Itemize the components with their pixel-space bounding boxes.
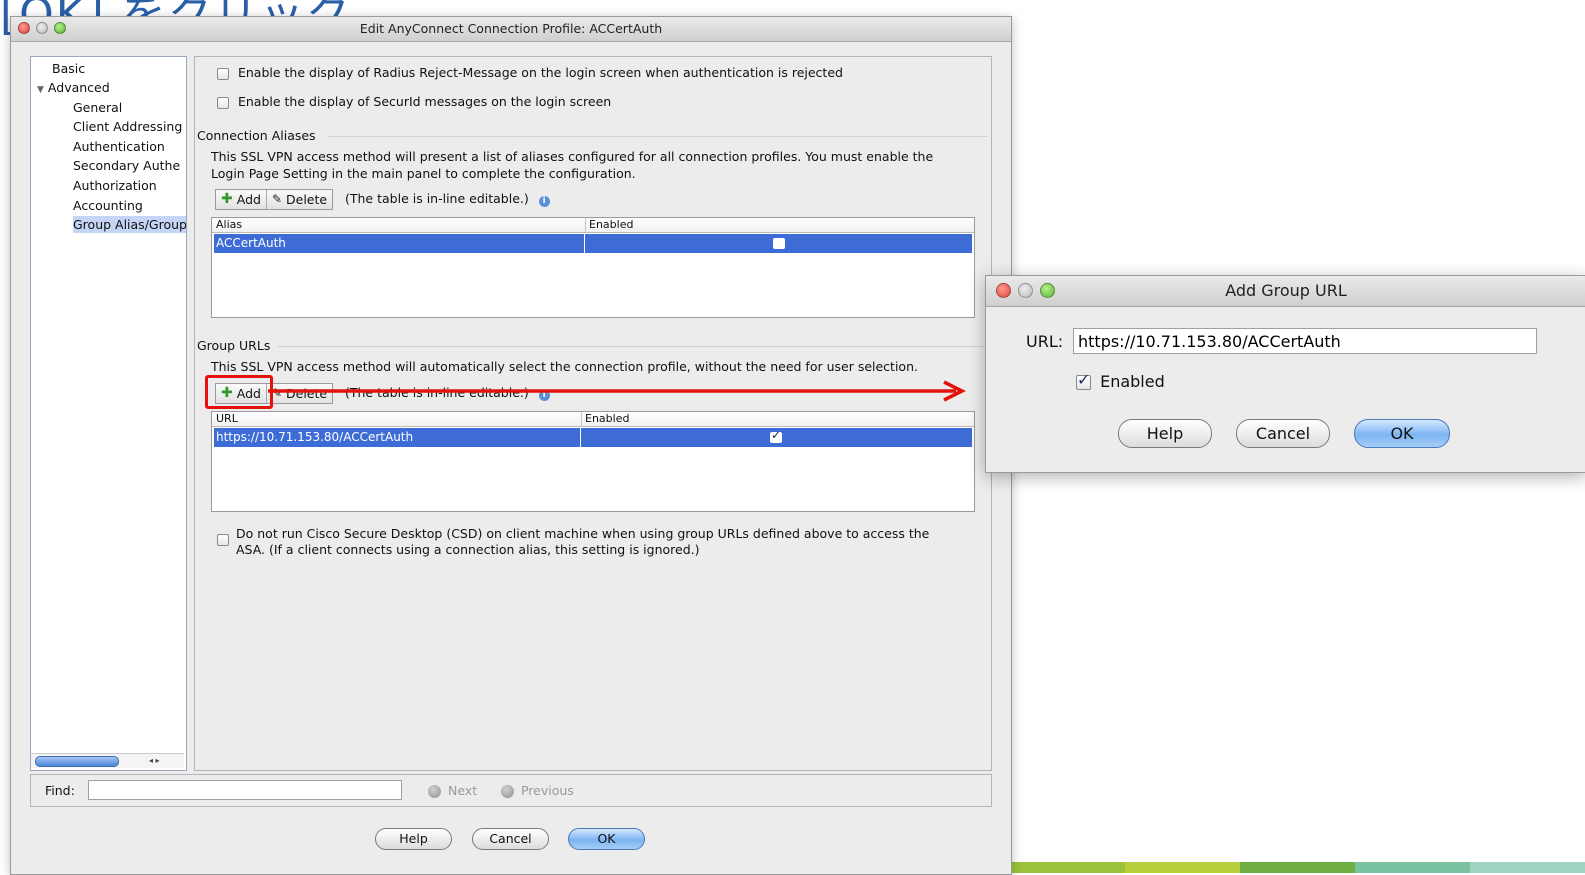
dialog-cancel-button[interactable]: Cancel [1236, 419, 1330, 448]
section-divider [328, 136, 987, 137]
find-bar: Find: Next Previous [30, 774, 992, 807]
aliases-toolbar: ✚ Add ✎ Delete [215, 189, 334, 210]
column-header-enabled[interactable]: Enabled [581, 412, 629, 426]
enabled-label: Enabled [1100, 372, 1165, 391]
scroll-arrows-icon[interactable]: ◂ ▸ [149, 754, 160, 768]
previous-arrow-icon [501, 785, 514, 798]
help-button[interactable]: Help [375, 828, 452, 850]
find-label: Find: [45, 783, 75, 798]
csd-checkbox[interactable] [217, 534, 229, 546]
url-cell[interactable]: https://10.71.153.80/ACCertAuth [214, 428, 413, 447]
close-window-icon[interactable] [996, 283, 1011, 298]
dialog-title: Add Group URL [1225, 281, 1347, 300]
inline-note-text: (The table is in-line editable.) [345, 191, 529, 206]
nav-item-advanced[interactable]: ▼ Advanced [37, 79, 110, 99]
enabled-checkbox[interactable] [1076, 370, 1091, 390]
plus-icon: ✚ [221, 191, 233, 207]
dialog-titlebar: Add Group URL [986, 276, 1585, 307]
cancel-button[interactable]: Cancel [472, 828, 549, 850]
info-icon[interactable]: i [538, 196, 550, 207]
window-titlebar: Edit AnyConnect Connection Profile: ACCe… [11, 17, 1011, 42]
group-urls-description: This SSL VPN access method will automati… [211, 359, 918, 374]
navigation-tree: Basic ▼ Advanced General Client Addressin… [30, 56, 187, 771]
tree-horizontal-scrollbar[interactable]: ◂ ▸ [31, 753, 184, 768]
nav-item-accounting[interactable]: Accounting [73, 197, 143, 214]
securid-checkbox[interactable] [217, 96, 229, 109]
aliases-add-button[interactable]: ✚ Add [216, 190, 266, 209]
close-window-icon[interactable] [18, 22, 30, 34]
csd-option[interactable]: Do not run Cisco Secure Desktop (CSD) on… [217, 526, 929, 557]
add-group-url-dialog: Add Group URL URL: Enabled Help Cancel O… [985, 275, 1585, 473]
nav-item-label: Advanced [47, 80, 110, 95]
find-previous-button[interactable]: Previous [501, 783, 574, 798]
connection-aliases-title: Connection Aliases [197, 128, 316, 143]
zoom-window-icon[interactable] [54, 22, 66, 34]
minimize-window-icon[interactable] [1018, 283, 1033, 298]
add-label: Add [236, 192, 261, 207]
group-urls-table: URL Enabled https://10.71.153.80/ACCertA… [211, 411, 975, 512]
decorative-color-bar [1010, 862, 1585, 873]
table-row[interactable]: ACCertAuth [214, 234, 972, 253]
aliases-description-line1: This SSL VPN access method will present … [211, 149, 934, 164]
nav-item-group-alias-url[interactable]: Group Alias/Group URL [73, 216, 186, 233]
aliases-description-line2: Login Page Setting in the main panel to … [211, 166, 636, 181]
radius-reject-option[interactable]: Enable the display of Radius Reject-Mess… [217, 65, 843, 80]
dialog-help-button[interactable]: Help [1118, 419, 1212, 448]
column-header-enabled[interactable]: Enabled [585, 218, 633, 232]
column-header-url[interactable]: URL [212, 412, 238, 426]
nav-item-authorization[interactable]: Authorization [73, 177, 157, 194]
expand-triangle-icon[interactable]: ▼ [37, 85, 44, 95]
alias-enabled-checkbox[interactable] [773, 238, 785, 249]
enabled-option[interactable]: Enabled [1076, 370, 1165, 391]
aliases-delete-button[interactable]: ✎ Delete [265, 190, 332, 209]
find-next-button[interactable]: Next [428, 783, 477, 798]
url-input[interactable] [1073, 328, 1537, 354]
aliases-table-header: Alias Enabled [212, 218, 974, 233]
minimize-window-icon[interactable] [36, 22, 48, 34]
aliases-table: Alias Enabled ACCertAuth [211, 217, 975, 318]
column-header-alias[interactable]: Alias [212, 218, 242, 232]
radius-reject-label: Enable the display of Radius Reject-Mess… [237, 65, 843, 80]
nav-item-client-addressing[interactable]: Client Addressing [73, 118, 182, 135]
edit-connection-profile-window: Edit AnyConnect Connection Profile: ACCe… [10, 16, 1012, 875]
table-row[interactable]: https://10.71.153.80/ACCertAuth [214, 428, 972, 447]
url-enabled-checkbox[interactable] [770, 428, 782, 443]
find-input[interactable] [88, 780, 402, 800]
edit-icon: ✎ [271, 192, 282, 206]
ok-button[interactable]: OK [568, 828, 645, 850]
group-urls-table-header: URL Enabled [212, 412, 974, 427]
settings-panel: Enable the display of Radius Reject-Mess… [194, 56, 992, 771]
csd-label-line2: ASA. (If a client connects using a conne… [236, 542, 700, 557]
annotation-arrow-icon [268, 380, 966, 402]
zoom-window-icon[interactable] [1040, 283, 1055, 298]
aliases-inline-note: (The table is in-line editable.) i [345, 191, 550, 207]
nav-item-secondary-authentication[interactable]: Secondary Authe [73, 157, 180, 174]
add-button-highlight [205, 375, 273, 409]
nav-item-general[interactable]: General [73, 99, 122, 116]
group-urls-title: Group URLs [197, 338, 271, 353]
csd-label-line1: Do not run Cisco Secure Desktop (CSD) on… [236, 526, 930, 541]
scrollbar-thumb[interactable] [35, 756, 119, 767]
delete-label: Delete [286, 192, 328, 207]
nav-item-basic[interactable]: Basic [52, 60, 85, 77]
nav-item-authentication[interactable]: Authentication [73, 138, 165, 155]
dialog-ok-button[interactable]: OK [1354, 419, 1450, 448]
securid-label: Enable the display of SecurId messages o… [237, 94, 612, 109]
securid-option[interactable]: Enable the display of SecurId messages o… [217, 94, 611, 109]
next-arrow-icon [428, 785, 441, 798]
section-divider [278, 346, 987, 347]
url-label: URL: [1026, 332, 1064, 351]
radius-reject-checkbox[interactable] [217, 67, 229, 80]
alias-cell[interactable]: ACCertAuth [214, 234, 286, 253]
window-title: Edit AnyConnect Connection Profile: ACCe… [359, 21, 663, 36]
